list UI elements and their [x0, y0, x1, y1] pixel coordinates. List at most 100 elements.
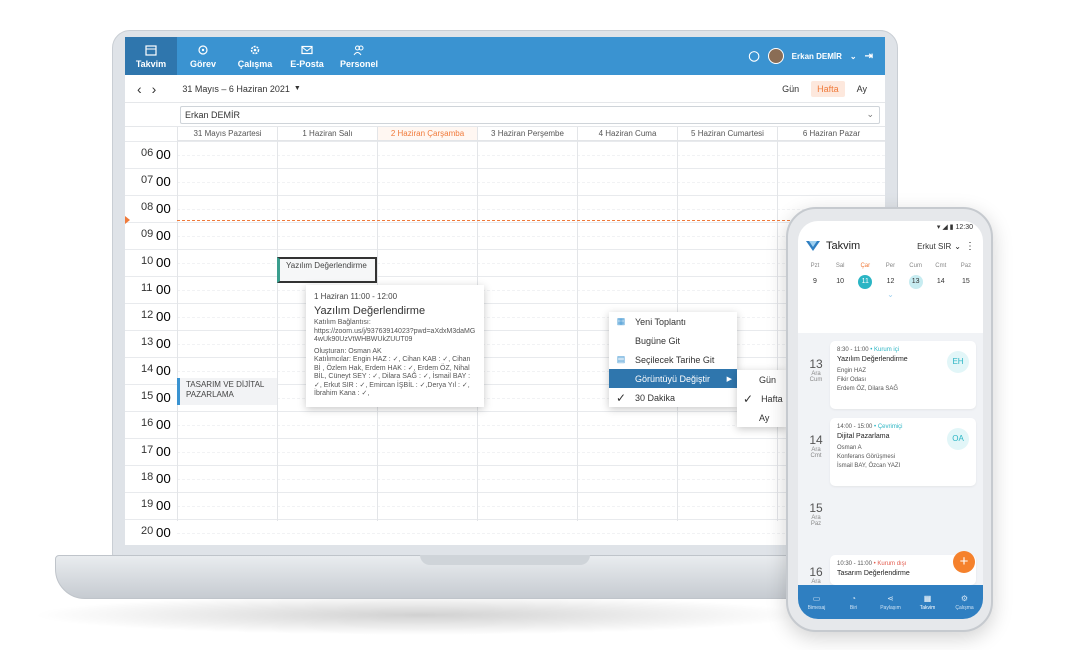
phone-tabbar: ▭ Bimesaj ◔ Biri ⋖ Paylaşım ▦ Takvim ⚙ Çalışm… — [798, 585, 983, 619]
weekday: Pzt — [810, 263, 820, 269]
day-header-today[interactable]: 2 Haziran Çarşamba — [377, 127, 477, 141]
hour-label: 17 — [141, 444, 154, 456]
submenu-day[interactable]: Gün — [737, 370, 787, 389]
context-menu: ▦ Yeni Toplantı Bugüne Git ▤ Seçilecek Tar… — [609, 312, 737, 407]
menu-label: 30 Dakika — [635, 392, 676, 403]
card-line: Erdem ÖZ, Dilara SAĞ — [837, 386, 899, 392]
date-cell-highlight[interactable]: 13 — [908, 275, 923, 289]
add-button[interactable]: + — [953, 551, 975, 573]
status-time: 12:30 — [955, 224, 973, 231]
menu-label: Yeni Toplantı — [635, 316, 687, 327]
day-header[interactable]: 3 Haziran Perşembe — [477, 127, 577, 141]
laptop-screen: Takvim Görev Çalışma E-Posta Personel ◯ — [125, 37, 885, 545]
date-range[interactable]: 31 Mayıs – 6 Haziran 2021 — [182, 84, 290, 94]
hour-row[interactable]: 19 00 — [125, 492, 885, 519]
hour-row[interactable]: 13 00 — [125, 330, 885, 357]
logout-icon[interactable]: ⇥ — [865, 51, 873, 62]
view-week-button[interactable]: Hafta — [811, 80, 845, 97]
day-header[interactable]: 5 Haziran Cumartesi — [677, 127, 777, 141]
chevron-right-icon: ▶ — [726, 375, 732, 383]
avatar[interactable] — [767, 48, 784, 64]
day-dow: Cmt — [810, 453, 822, 459]
phone-user[interactable]: Erkut SIR — [917, 242, 951, 251]
day-header[interactable]: 6 Haziran Pazar — [777, 127, 885, 141]
hour-row[interactable]: 17 00 — [125, 438, 885, 465]
nav-label: Takvim — [135, 58, 167, 69]
hour-row[interactable]: 10 00 — [125, 249, 885, 276]
hour-row[interactable]: 07 00 — [125, 168, 885, 195]
hour-row[interactable]: 06 00 — [125, 141, 885, 168]
tab-takvim[interactable]: ▦ Takvim — [909, 585, 946, 619]
popup-link-label: Katılım Bağlantısı: — [314, 319, 371, 326]
nav-eposta[interactable]: E-Posta — [281, 37, 333, 75]
current-time-marker — [125, 216, 130, 224]
nav-gorev[interactable]: Görev — [177, 37, 229, 75]
nav-calisma[interactable]: Çalışma — [229, 37, 281, 75]
weekday: Sal — [835, 263, 845, 269]
hour-row[interactable]: 08 00 — [125, 195, 885, 222]
day-header[interactable]: 31 Mayıs Pazartesi — [177, 127, 277, 141]
column-divider — [577, 141, 578, 521]
more-icon[interactable]: ⋮ — [965, 241, 975, 252]
view-day-button[interactable]: Gün — [776, 81, 805, 97]
share-icon: ⋖ — [887, 593, 894, 603]
status-icon[interactable]: ◯ — [748, 51, 759, 62]
half-hour-line — [177, 479, 885, 480]
hour-row[interactable]: 09 00 — [125, 222, 885, 249]
view-month-button[interactable]: Ay — [851, 81, 873, 97]
submenu-label: Ay — [759, 412, 770, 423]
agenda-card[interactable]: 8:30 - 11:00 • Kurum içi Yazılım Değerle… — [830, 341, 976, 409]
tab-biri[interactable]: ◔ Biri — [835, 585, 872, 619]
date-cell[interactable]: 12 — [879, 275, 901, 289]
menu-30-min[interactable]: ✓ 30 Dakika — [609, 388, 737, 407]
date-cell[interactable]: 10 — [829, 275, 851, 289]
minute-label: 00 — [156, 336, 171, 351]
chevron-down-icon: ⌄ — [866, 108, 874, 119]
menu-go-date[interactable]: ▤ Seçilecek Tarihe Git — [609, 350, 737, 369]
prev-week-icon[interactable]: ‹ — [137, 81, 142, 97]
minute-label: 00 — [156, 255, 171, 270]
event-yazilim[interactable]: Yazılım Değerlendirme — [277, 257, 377, 283]
date-cell[interactable]: 15 — [955, 275, 977, 289]
popup-link[interactable]: https://zoom.us/j/93763914023?pwd=aXdxM3… — [314, 328, 476, 345]
logo-icon — [806, 241, 820, 251]
user-name[interactable]: Erkan DEMİR — [792, 52, 842, 61]
menu-new-meeting[interactable]: ▦ Yeni Toplantı — [609, 312, 737, 331]
tab-calisma[interactable]: ⚙ Çalışma — [946, 585, 983, 619]
hour-row[interactable]: 20 00 — [125, 519, 885, 545]
signal-icon: ◔ — [851, 593, 856, 603]
menu-go-today[interactable]: Bugüne Git — [609, 331, 737, 350]
date-cell[interactable]: 14 — [930, 275, 952, 289]
minute-label: 00 — [156, 363, 171, 378]
caret-down-icon[interactable]: ▼ — [294, 85, 301, 92]
nav-personel[interactable]: Personel — [333, 37, 385, 75]
tab-bimesaj[interactable]: ▭ Bimesaj — [798, 585, 835, 619]
event-tasarim[interactable]: TASARIM VE DİJİTAL PAZARLAMA — [177, 378, 277, 405]
nav-label: Personel — [339, 58, 379, 69]
weekday: Cmt — [935, 263, 947, 269]
chevron-down-icon[interactable]: ⌄ — [850, 52, 857, 61]
nav-label: Görev — [189, 58, 216, 69]
submenu-month[interactable]: Ay — [737, 408, 787, 427]
date-cell-selected[interactable]: 11 — [858, 275, 873, 289]
menu-change-view[interactable]: Görüntüyü Değiştir ▶ — [609, 369, 737, 388]
weekday-today: Çar — [860, 263, 871, 269]
hour-row[interactable]: 11 00 — [125, 276, 885, 303]
nav-takvim[interactable]: Takvim — [125, 37, 177, 75]
date-cell[interactable]: 9 — [804, 275, 826, 289]
person-select[interactable]: Erkan DEMİR ⌄ — [180, 105, 880, 124]
expand-chevron-icon[interactable]: ⌄ — [798, 290, 983, 299]
day-header[interactable]: 4 Haziran Cuma — [577, 127, 677, 141]
next-week-icon[interactable]: › — [152, 81, 157, 97]
hour-row[interactable]: 18 00 — [125, 465, 885, 492]
hour-label: 07 — [141, 174, 154, 186]
agenda-card[interactable]: 14:00 - 15:00 • Çevrimiçi Dijital Pazarl… — [830, 418, 976, 486]
hour-row[interactable]: 12 00 — [125, 303, 885, 330]
people-icon — [353, 45, 364, 55]
day-header[interactable]: 1 Haziran Salı — [277, 127, 377, 141]
submenu-week[interactable]: ✓ Hafta — [737, 389, 787, 408]
chevron-down-icon[interactable]: ⌄ — [954, 242, 961, 251]
person-select-value: Erkan DEMİR — [185, 109, 241, 120]
tab-paylasim[interactable]: ⋖ Paylaşım — [872, 585, 909, 619]
status-bar: ▾ ◢ ▮ 12:30 — [936, 224, 973, 231]
